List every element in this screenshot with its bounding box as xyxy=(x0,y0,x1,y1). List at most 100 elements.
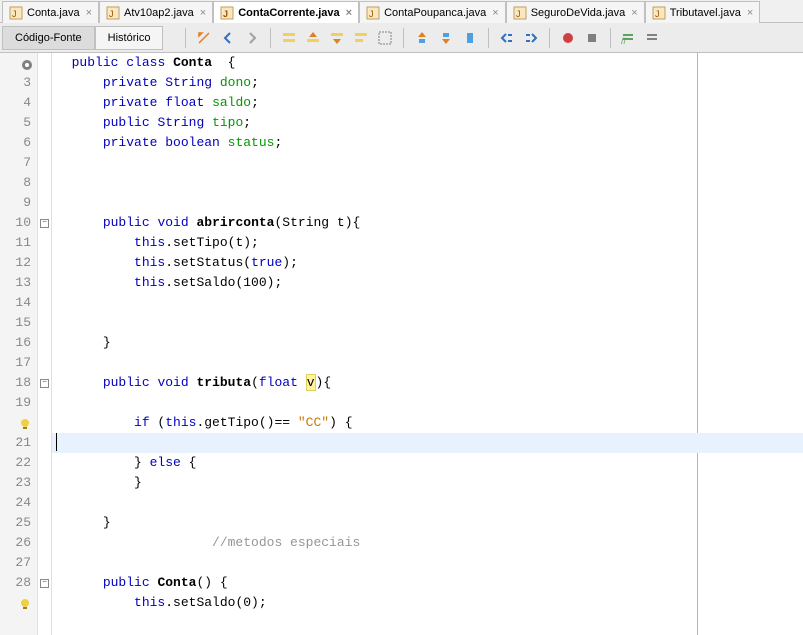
code-line xyxy=(52,553,803,573)
code-line: public Conta() { xyxy=(52,573,803,593)
back-icon[interactable] xyxy=(216,26,240,50)
editor-tab-conta[interactable]: J Conta.java × xyxy=(2,1,99,23)
code-line: private String dono; xyxy=(52,73,803,93)
code-line: public String tipo; xyxy=(52,113,803,133)
code-line: private boolean status; xyxy=(52,133,803,153)
code-line xyxy=(52,393,803,413)
tab-label: Conta.java xyxy=(27,7,80,19)
find-selection-icon[interactable] xyxy=(277,26,301,50)
editor-toolbar: Código-Fonte Histórico // xyxy=(0,23,803,53)
code-line: } xyxy=(52,473,803,493)
forward-icon[interactable] xyxy=(240,26,264,50)
line-number: 18 xyxy=(0,373,31,393)
close-icon[interactable]: × xyxy=(747,7,753,19)
line-number: 17 xyxy=(0,353,31,373)
code-line: if (this.getTipo()== "CC") { xyxy=(52,413,803,433)
toolbar-separator xyxy=(610,28,611,48)
tab-label: ContaPoupanca.java xyxy=(384,7,486,19)
line-number: 28 xyxy=(0,573,31,593)
source-view-tab[interactable]: Código-Fonte xyxy=(2,26,95,50)
line-number: 19 xyxy=(0,393,31,413)
java-file-icon: J xyxy=(513,6,527,20)
svg-text:J: J xyxy=(223,9,228,19)
line-number: 12 xyxy=(0,253,31,273)
line-number: 13 xyxy=(0,273,31,293)
line-number: 6 xyxy=(0,133,31,153)
code-line: this.setSaldo(100); xyxy=(52,273,803,293)
code-content[interactable]: public class Conta { private String dono… xyxy=(52,53,803,635)
code-line: } xyxy=(52,333,803,353)
code-line xyxy=(52,353,803,373)
close-icon[interactable]: × xyxy=(631,7,637,19)
code-line: public void tributa(float v){ xyxy=(52,373,803,393)
previous-bookmark-icon[interactable] xyxy=(410,26,434,50)
fold-toggle-icon[interactable]: − xyxy=(40,579,49,588)
code-line xyxy=(52,153,803,173)
line-number: 25 xyxy=(0,513,31,533)
line-number: 24 xyxy=(0,493,31,513)
text-cursor xyxy=(56,433,57,451)
editor-tab-atv[interactable]: J Atv10ap2.java × xyxy=(99,1,213,23)
close-icon[interactable]: × xyxy=(346,7,352,19)
shift-left-icon[interactable] xyxy=(495,26,519,50)
line-number: 16 xyxy=(0,333,31,353)
line-number: 11 xyxy=(0,233,31,253)
line-number: 3 xyxy=(0,73,31,93)
stop-macro-icon[interactable] xyxy=(580,26,604,50)
code-line: } else { xyxy=(52,453,803,473)
toolbar-separator xyxy=(270,28,271,48)
line-number: 14 xyxy=(0,293,31,313)
close-icon[interactable]: × xyxy=(200,7,206,19)
history-view-tab[interactable]: Histórico xyxy=(95,26,164,50)
fold-toggle-icon[interactable]: − xyxy=(40,219,49,228)
toggle-bookmark-icon[interactable] xyxy=(458,26,482,50)
find-previous-icon[interactable] xyxy=(301,26,325,50)
code-line: } xyxy=(52,513,803,533)
editor-tab-seguro[interactable]: J SeguroDeVida.java × xyxy=(506,1,645,23)
java-file-icon: J xyxy=(366,6,380,20)
find-next-icon[interactable] xyxy=(325,26,349,50)
svg-text://: // xyxy=(621,36,627,46)
shift-right-icon[interactable] xyxy=(519,26,543,50)
hint-bulb-icon[interactable] xyxy=(19,417,31,429)
fold-toggle-icon[interactable]: − xyxy=(40,379,49,388)
line-number-gutter[interactable]: 3 4 5 6 7 8 9 10 11 12 13 14 15 16 17 18… xyxy=(0,53,38,635)
comment-icon[interactable]: // xyxy=(617,26,641,50)
tab-label: Tributavel.java xyxy=(670,7,741,19)
start-macro-icon[interactable] xyxy=(556,26,580,50)
hint-bulb-icon[interactable] xyxy=(19,597,31,609)
code-editor[interactable]: 3 4 5 6 7 8 9 10 11 12 13 14 15 16 17 18… xyxy=(0,53,803,635)
toggle-highlight-icon[interactable] xyxy=(349,26,373,50)
editor-tab-tributavel[interactable]: J Tributavel.java × xyxy=(645,1,761,23)
svg-text:J: J xyxy=(655,9,660,19)
toggle-rect-select-icon[interactable] xyxy=(373,26,397,50)
editor-tab-contacorrente[interactable]: J ContaCorrente.java × xyxy=(213,1,359,23)
line-number: 7 xyxy=(0,153,31,173)
java-file-icon: J xyxy=(106,6,120,20)
uncomment-icon[interactable] xyxy=(641,26,665,50)
close-icon[interactable]: × xyxy=(86,7,92,19)
java-file-icon: J xyxy=(9,6,23,20)
java-file-icon: J xyxy=(220,6,234,20)
line-number: 21 xyxy=(0,433,31,453)
tab-label: Atv10ap2.java xyxy=(124,7,194,19)
editor-tab-bar: J Conta.java × J Atv10ap2.java × J Conta… xyxy=(0,0,803,23)
code-line xyxy=(52,313,803,333)
close-icon[interactable]: × xyxy=(492,7,498,19)
next-bookmark-icon[interactable] xyxy=(434,26,458,50)
fold-column[interactable]: − − − xyxy=(38,53,52,635)
line-number: 5 xyxy=(0,113,31,133)
line-number: 27 xyxy=(0,553,31,573)
code-line: //metodos especiais xyxy=(52,533,803,553)
editor-tab-contapoupanca[interactable]: J ContaPoupanca.java × xyxy=(359,1,506,23)
java-file-icon: J xyxy=(652,6,666,20)
line-number: 9 xyxy=(0,193,31,213)
line-number: 4 xyxy=(0,93,31,113)
line-number: 26 xyxy=(0,533,31,553)
toolbar-separator xyxy=(488,28,489,48)
code-line xyxy=(52,293,803,313)
tab-label: ContaCorrente.java xyxy=(238,7,339,19)
last-edit-icon[interactable] xyxy=(192,26,216,50)
code-line: public class Conta { xyxy=(52,53,803,73)
code-line: this.setTipo(t); xyxy=(52,233,803,253)
